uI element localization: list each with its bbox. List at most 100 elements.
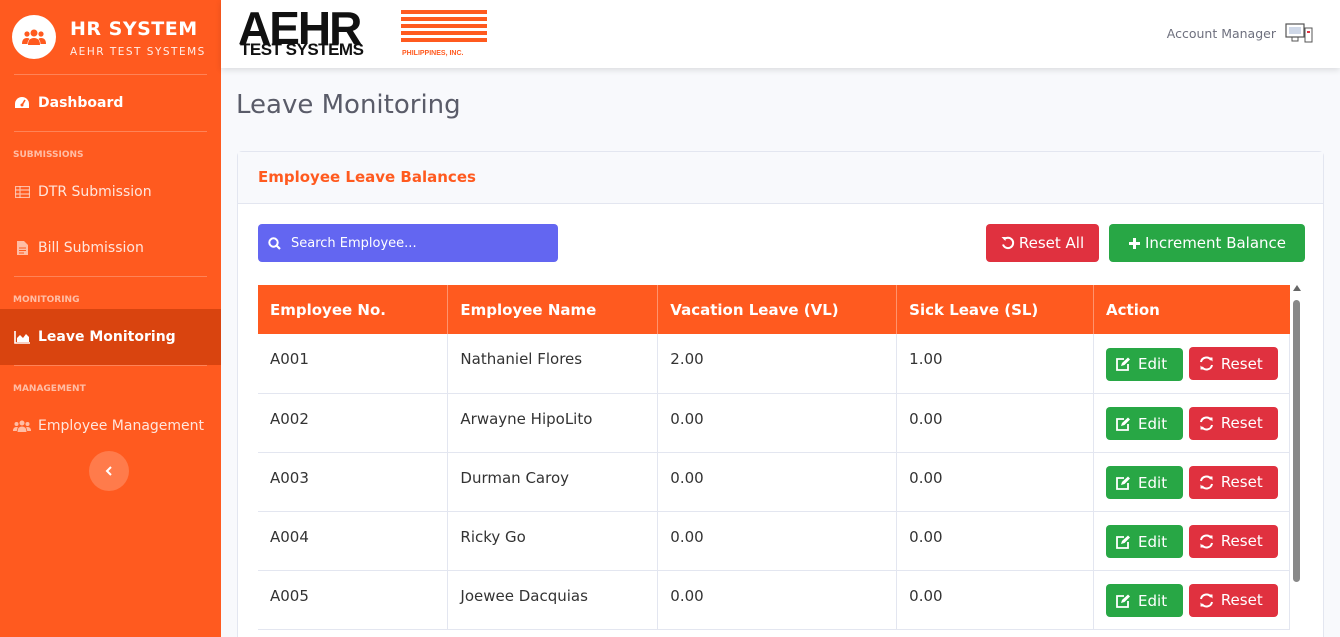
sidebar: HR SYSTEM AEHR TEST SYSTEMS Dashboard SU… [0,0,221,637]
sidebar-item-dashboard[interactable]: Dashboard [0,75,221,131]
sidebar-heading-management: MANAGEMENT [13,384,86,394]
vacation-leave-cell: 2.00 [657,334,898,394]
edit-icon [1116,594,1131,608]
reset-all-label: Reset All [1018,234,1085,252]
edit-icon [1116,417,1131,431]
reset-label: Reset [1220,591,1263,609]
sick-leave-cell: 0.00 [896,452,1095,512]
column-header[interactable]: Vacation Leave (VL) [657,285,898,334]
search-input[interactable] [291,235,541,251]
sick-leave-cell: 1.00 [896,334,1095,394]
edit-label: Edit [1138,591,1168,610]
search-icon [268,236,281,250]
employee-no-cell: A003 [258,452,449,512]
sidebar-item-label: Dashboard [38,95,124,111]
reset-label: Reset [1220,473,1263,491]
leave-balances-card: Employee Leave Balances Reset All Increm… [237,151,1324,637]
scroll-up-arrow[interactable] [1293,285,1301,291]
reset-label: Reset [1220,414,1263,432]
brand-title: HR SYSTEM [70,17,198,40]
sync-icon [1199,416,1213,430]
action-cell: Edit Reset [1093,570,1290,630]
chart-area-icon [13,329,31,345]
column-header[interactable]: Employee No. [258,285,449,334]
increment-balance-label: Increment Balance [1144,234,1287,252]
brand-subtitle: AEHR TEST SYSTEMS [70,45,206,58]
column-header[interactable]: Sick Leave (SL) [896,285,1095,334]
vacation-leave-cell: 0.00 [657,452,898,512]
search-box[interactable] [258,224,558,262]
table-row: A005 Joewee Dacquias 0.00 0.00 Edit Rese… [258,570,1290,630]
sidebar-item-label: Bill Submission [38,240,144,256]
edit-icon [1116,476,1131,490]
table-header-row: Employee No. Employee Name Vacation Leav… [258,285,1290,334]
sync-icon [1199,593,1213,607]
vacation-leave-cell: 0.00 [657,570,898,630]
employee-name-cell: Ricky Go [447,511,659,571]
sidebar-heading-monitoring: MONITORING [13,295,80,305]
edit-label: Edit [1138,473,1168,492]
employee-no-cell: A005 [258,570,449,630]
edit-icon [1116,357,1131,371]
sidebar-item-employee-management[interactable]: Employee Management [0,398,221,454]
logo-stripes [401,10,487,45]
card-title: Employee Leave Balances [238,152,1323,204]
table-scrollbar[interactable] [1293,300,1300,582]
file-invoice-icon [13,240,31,256]
vacation-leave-cell: 0.00 [657,511,898,571]
edit-label: Edit [1138,355,1168,373]
sidebar-item-bill-submission[interactable]: Bill Submission [0,220,221,276]
reset-button[interactable]: Reset [1188,583,1278,617]
brand[interactable]: HR SYSTEM AEHR TEST SYSTEMS [0,0,221,74]
employee-no-cell: A004 [258,511,449,571]
increment-balance-button[interactable]: Increment Balance [1109,224,1305,262]
sick-leave-cell: 0.00 [896,570,1095,630]
edit-button[interactable]: Edit [1106,407,1184,440]
leave-balances-table: Employee No. Employee Name Vacation Leav… [258,285,1290,630]
column-header[interactable]: Employee Name [447,285,659,334]
reset-button[interactable]: Reset [1188,406,1278,440]
sick-leave-cell: 0.00 [896,393,1095,453]
plus-icon [1128,237,1140,249]
sync-icon [1199,356,1213,371]
action-cell: Edit Reset [1093,452,1290,512]
reset-button[interactable]: Reset [1188,347,1278,380]
sidebar-heading-submissions: SUBMISSIONS [13,150,84,160]
reset-all-button[interactable]: Reset All [986,224,1099,262]
edit-label: Edit [1138,414,1168,433]
vacation-leave-cell: 0.00 [657,393,898,453]
sidebar-toggle-button[interactable] [89,451,129,491]
sync-icon [1199,534,1213,548]
chevron-left-icon [105,466,112,476]
reset-button[interactable]: Reset [1188,524,1278,558]
logo-sub-text: TEST SYSTEMS [240,40,364,59]
action-cell: Edit Reset [1093,334,1290,394]
employee-no-cell: A002 [258,393,449,453]
action-cell: Edit Reset [1093,393,1290,453]
table-row: A001 Nathaniel Flores 2.00 1.00 Edit Res… [258,334,1290,394]
reset-button[interactable]: Reset [1188,465,1278,499]
table-row: A003 Durman Caroy 0.00 0.00 Edit Reset [258,452,1290,512]
edit-button[interactable]: Edit [1106,347,1184,381]
employee-name-cell: Joewee Dacquias [447,570,659,630]
edit-label: Edit [1138,532,1168,551]
page-title: Leave Monitoring [236,90,461,120]
sidebar-item-label: Leave Monitoring [38,329,176,345]
sidebar-item-dtr-submission[interactable]: DTR Submission [0,164,221,220]
reset-label: Reset [1220,354,1263,373]
reset-label: Reset [1220,532,1263,550]
users-icon [13,418,31,434]
edit-button[interactable]: Edit [1106,466,1184,499]
edit-button[interactable]: Edit [1106,525,1184,558]
company-logo[interactable]: AEHR TEST SYSTEMS PHILIPPINES, INC. [238,5,488,60]
account-menu[interactable]: Account Manager [1167,22,1314,44]
edit-button[interactable]: Edit [1106,584,1184,617]
topbar: AEHR TEST SYSTEMS PHILIPPINES, INC. Acco… [221,0,1340,68]
employee-no-cell: A001 [258,334,449,394]
sidebar-item-leave-monitoring[interactable]: Leave Monitoring [0,309,221,365]
employee-name-cell: Durman Caroy [447,452,659,512]
account-avatar-icon [1284,22,1314,44]
table-icon [13,184,31,200]
action-cell: Edit Reset [1093,511,1290,571]
edit-icon [1116,535,1131,549]
